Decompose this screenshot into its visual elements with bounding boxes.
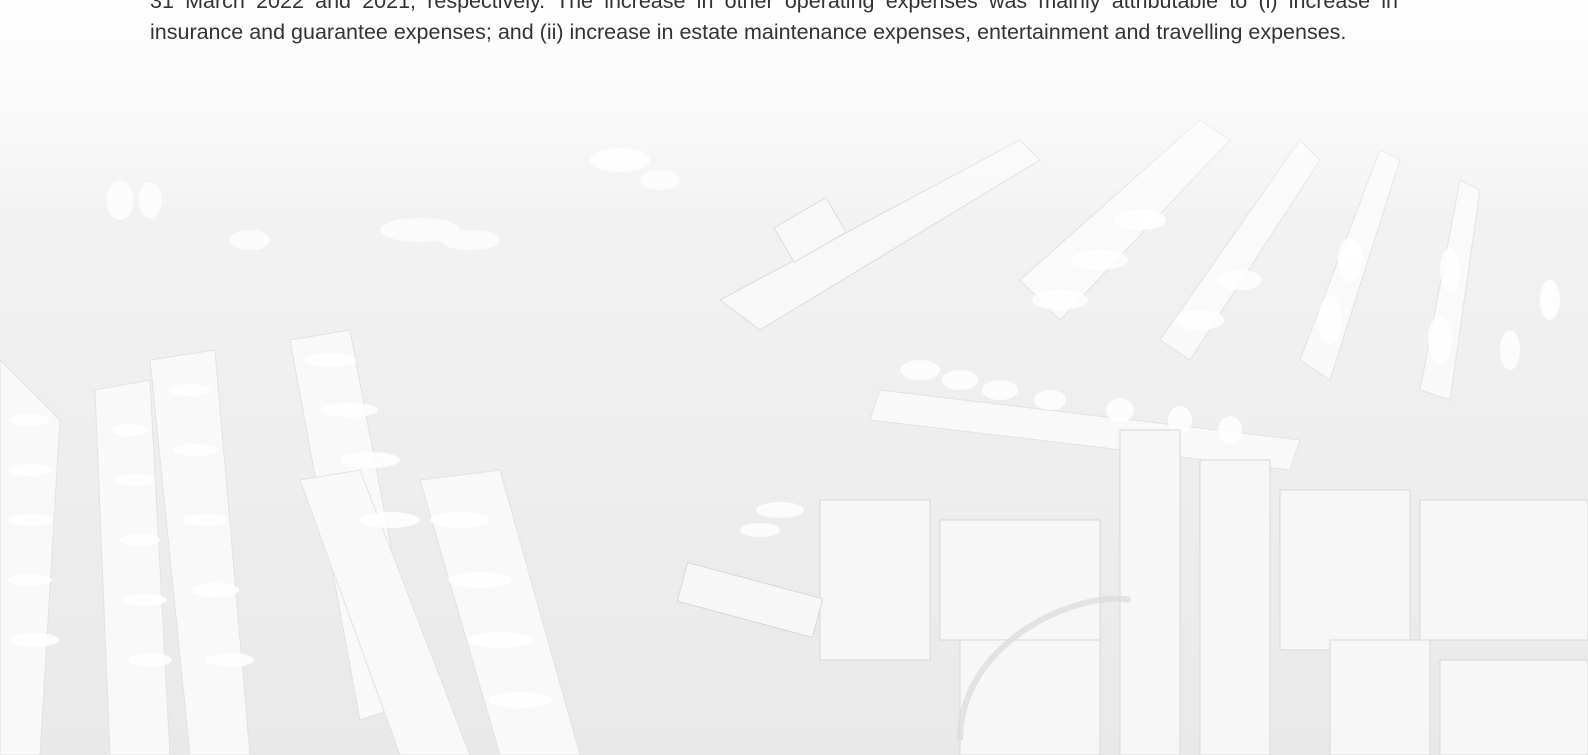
- body-text-block: 31 March 2022 and 2021, respectively. Th…: [150, 0, 1398, 48]
- document-page: 31 March 2022 and 2021, respectively. Th…: [0, 0, 1588, 755]
- paragraph-operating-expenses: 31 March 2022 and 2021, respectively. Th…: [150, 0, 1398, 44]
